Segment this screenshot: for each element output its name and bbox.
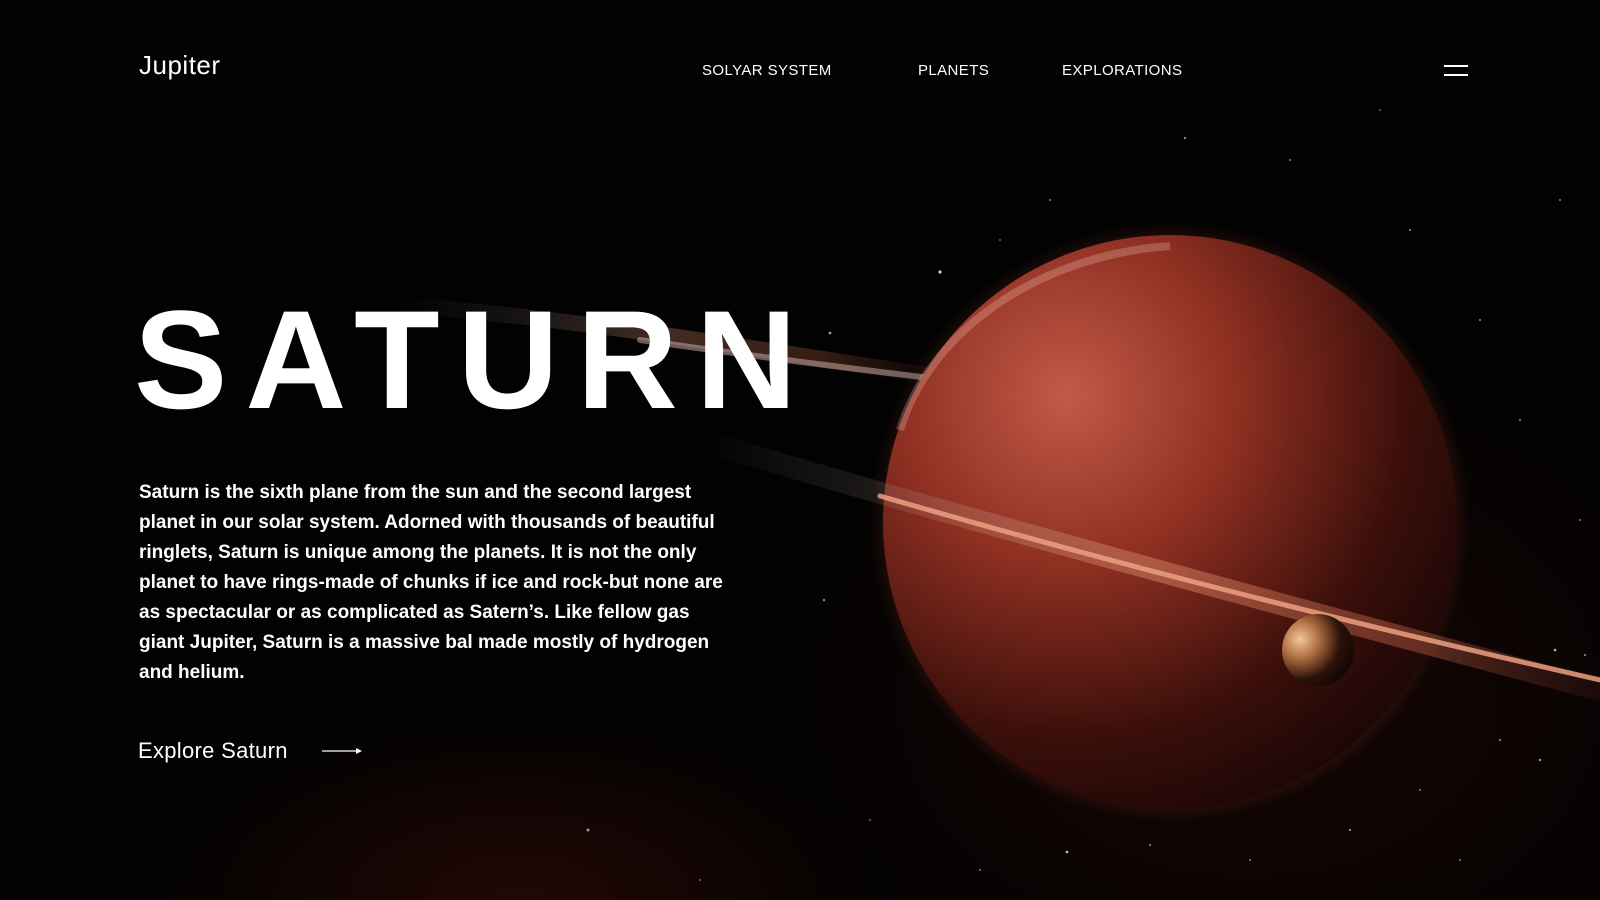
nav-item-explorations[interactable]: EXPLORATIONS [1062, 62, 1182, 79]
space-background [0, 0, 1600, 900]
hero-description: Saturn is the sixth plane from the sun a… [139, 482, 723, 683]
brand-logo[interactable]: Jupiter [139, 50, 221, 81]
nav-item-solar-system[interactable]: SOLYAR SYSTEM [702, 62, 832, 79]
nav-item-planets[interactable]: PLANETS [918, 62, 989, 79]
hero-title: SATURN [134, 281, 815, 438]
arrow-right-icon [321, 748, 362, 754]
hamburger-menu-icon[interactable] [1442, 62, 1470, 80]
moon [1282, 614, 1354, 686]
menu-line [1444, 74, 1468, 76]
explore-button-label: Explore Saturn [138, 738, 288, 763]
planet-illustration [392, 109, 1600, 881]
explore-button[interactable]: Explore Saturn [138, 738, 362, 764]
menu-line [1444, 65, 1468, 67]
